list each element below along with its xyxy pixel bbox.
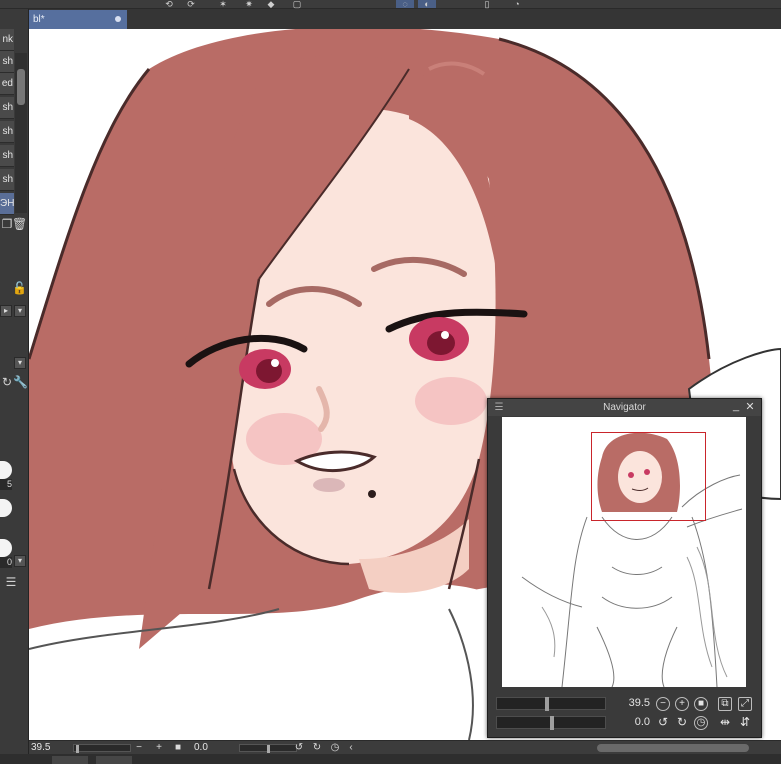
- unsaved-dot-icon[interactable]: [115, 16, 121, 22]
- toolbar-burst-icon[interactable]: ✶: [214, 0, 232, 9]
- zoom-in-icon[interactable]: +: [153, 741, 165, 754]
- scroll-down-button[interactable]: ▾: [14, 555, 26, 567]
- navigator-title-bar[interactable]: ☰ Navigator _ ✕: [488, 399, 761, 416]
- fit-view-icon[interactable]: ■: [694, 697, 708, 711]
- zoom-in-icon[interactable]: +: [675, 697, 689, 711]
- document-tab-strip: bl*: [29, 9, 781, 29]
- zoom-out-icon[interactable]: −: [133, 741, 145, 754]
- rotation-slider-thumb[interactable]: [550, 716, 554, 730]
- rotation-value: 0.0: [634, 716, 650, 728]
- minimize-icon[interactable]: _: [731, 399, 741, 416]
- flip-vertical-icon[interactable]: ⇵: [738, 716, 752, 730]
- main-toolbar: ⟲ ⟳ ✶ ✷ ◆ ▢ ◌ ◐ ▯ ◔: [0, 0, 781, 9]
- status-angle-thumb[interactable]: [267, 745, 270, 753]
- brush-item[interactable]: sh: [0, 121, 14, 143]
- wrench-icon[interactable]: 🔧: [13, 375, 28, 389]
- brush-list-scroll-thumb[interactable]: [17, 69, 25, 105]
- brush-size-swatch[interactable]: [0, 461, 12, 479]
- rotate-right-icon[interactable]: ↻: [311, 741, 323, 754]
- property-button[interactable]: ▾: [14, 357, 26, 369]
- zoom-slider[interactable]: [496, 697, 606, 711]
- brush-item[interactable]: sh: [0, 97, 14, 119]
- status-zoom-thumb[interactable]: [76, 745, 79, 753]
- brush-size-swatch[interactable]: [0, 539, 12, 557]
- rotate-right-icon[interactable]: ↻: [675, 716, 689, 730]
- zoom-out-icon[interactable]: −: [656, 697, 670, 711]
- navigator-view-frame[interactable]: [591, 432, 706, 521]
- status-angle-slider[interactable]: [239, 744, 297, 753]
- rotate-icon[interactable]: ↻: [0, 375, 14, 389]
- bottom-panel-strip: [0, 754, 781, 764]
- clip-studio-window: ⟲ ⟳ ✶ ✷ ◆ ▢ ◌ ◐ ▯ ◔ bl* nk sh ed sh sh s…: [0, 0, 781, 764]
- rotation-slider[interactable]: [496, 716, 606, 730]
- status-zoom-slider[interactable]: [73, 744, 131, 753]
- bottom-tab[interactable]: [96, 756, 132, 764]
- status-zoom-field[interactable]: 39.5: [31, 742, 73, 753]
- toolbar-burst2-icon[interactable]: ✷: [240, 0, 258, 9]
- close-icon[interactable]: ✕: [745, 399, 755, 416]
- brush-item[interactable]: sh: [0, 51, 14, 73]
- settings-icon[interactable]: ☰: [4, 575, 18, 589]
- status-angle-field[interactable]: 0.0: [194, 742, 234, 753]
- menu-icon[interactable]: ☰: [493, 399, 505, 416]
- fit-icon[interactable]: ■: [172, 741, 184, 754]
- document-tab-title: bl*: [33, 14, 45, 25]
- reset-rotation-icon[interactable]: ◷: [694, 716, 708, 730]
- fit-window-icon[interactable]: ⤢: [738, 697, 752, 711]
- navigator-preview[interactable]: [502, 417, 746, 687]
- brush-item[interactable]: nk: [0, 29, 14, 51]
- trash-icon[interactable]: 🗑: [12, 217, 27, 231]
- rotate-left-icon[interactable]: ↺: [656, 716, 670, 730]
- navigator-title: Navigator: [603, 402, 646, 413]
- brush-size-swatch[interactable]: [0, 499, 12, 517]
- flip-horizontal-icon[interactable]: ⇹: [718, 716, 732, 730]
- document-tab[interactable]: bl*: [29, 10, 127, 29]
- toolbar-lasso-icon[interactable]: ◌: [396, 0, 414, 9]
- toolbar-diamond-icon[interactable]: ◆: [262, 0, 280, 9]
- bottom-tab[interactable]: [52, 756, 88, 764]
- property-button[interactable]: ▾: [14, 305, 26, 317]
- actual-size-icon[interactable]: ⧉: [718, 697, 732, 711]
- left-tool-panel: nk sh ed sh sh sh sh ЭН ❐ 🗑 🔓 ▸ ▾ ▾ ↻ 🔧 …: [0, 9, 29, 764]
- chevron-left-icon[interactable]: ‹: [345, 741, 357, 754]
- brush-item[interactable]: sh: [0, 145, 14, 167]
- zoom-slider-thumb[interactable]: [545, 697, 549, 711]
- brush-size-label: 5: [0, 479, 12, 490]
- rotate-left-icon[interactable]: ↺: [293, 741, 305, 754]
- property-button[interactable]: ▸: [0, 305, 12, 317]
- toolbar-chat-icon[interactable]: ◔: [508, 0, 526, 9]
- toolbar-device-icon[interactable]: ▯: [478, 0, 496, 9]
- toolbar-square-icon[interactable]: ▢: [288, 0, 306, 9]
- toolbar-shape-icon[interactable]: ◐: [418, 0, 436, 9]
- navigator-controls: 39.5 − + ■ ⧉ ⤢ 0.0 ↺ ↻ ◷ ⇹ ⇵: [488, 691, 761, 737]
- brush-item[interactable]: ed: [0, 73, 14, 95]
- horizontal-scrollbar[interactable]: [597, 744, 749, 752]
- brush-item[interactable]: sh: [0, 169, 14, 191]
- toolbar-undo-icon[interactable]: ⟲: [160, 0, 178, 9]
- toolbar-redo-icon[interactable]: ⟳: [182, 0, 200, 9]
- canvas-status-bar: 39.5 − + ■ 0.0 ↺ ↻ ◷ ‹: [29, 740, 781, 754]
- brush-size-label: 0: [0, 557, 12, 568]
- reset-rotation-icon[interactable]: ◷: [329, 741, 341, 754]
- zoom-value: 39.5: [628, 697, 650, 709]
- navigator-panel: ☰ Navigator _ ✕ 39.5 − + ■ ⧉ ⤢ 0.0 ↺ ↻ ◷…: [487, 398, 762, 738]
- lock-icon[interactable]: 🔓: [12, 281, 27, 295]
- brush-item-selected[interactable]: ЭН: [0, 193, 14, 215]
